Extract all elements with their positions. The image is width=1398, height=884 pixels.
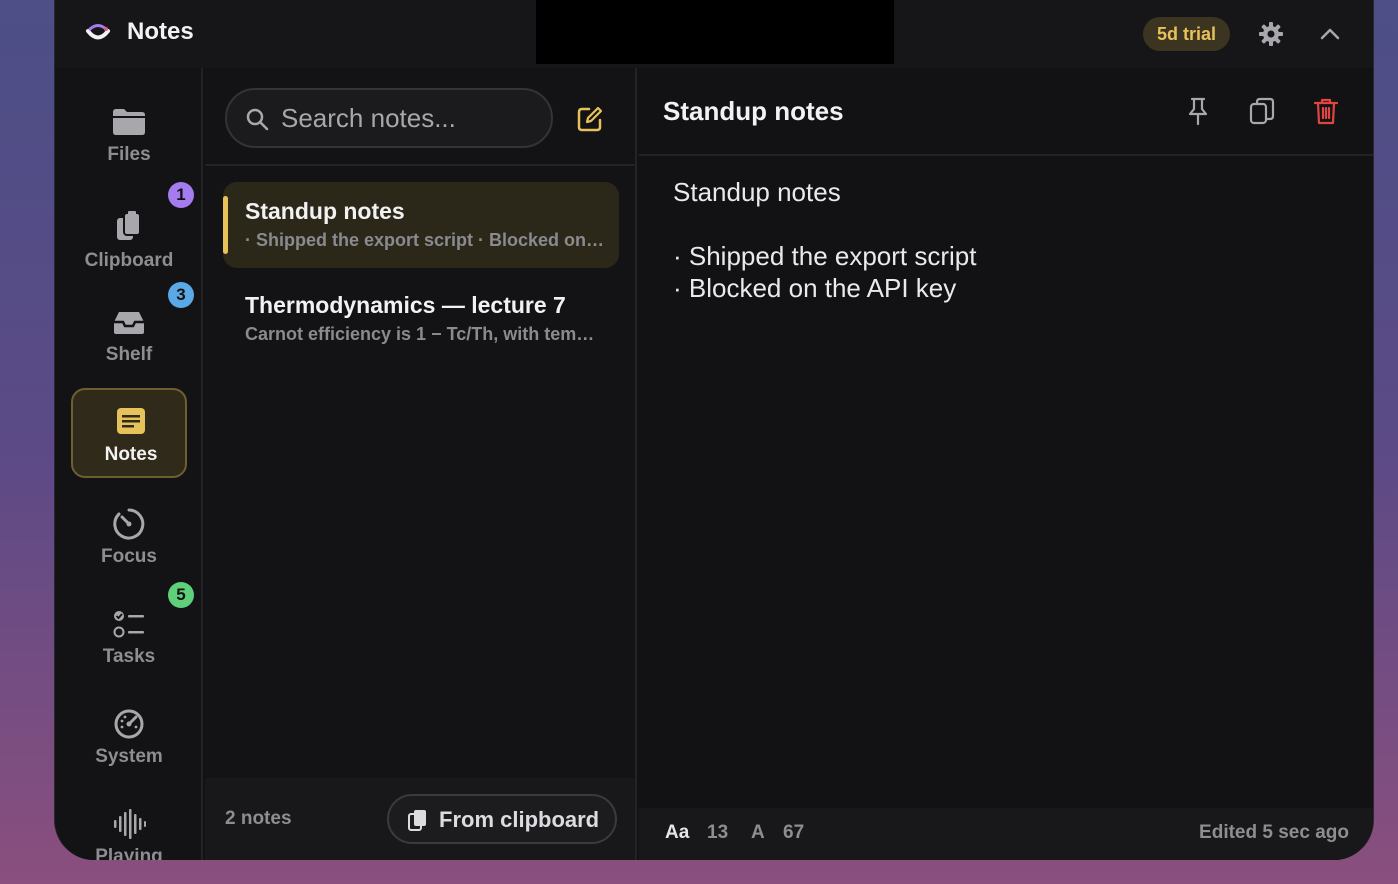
sidebar-item-files[interactable]: Files bbox=[71, 90, 187, 180]
search-icon bbox=[246, 108, 269, 131]
search-input[interactable] bbox=[281, 100, 541, 136]
editor-line: · Blocked on the API key bbox=[673, 273, 957, 303]
edited-status: Edited 5 sec ago bbox=[1199, 822, 1349, 843]
sidebar-item-label: Focus bbox=[101, 546, 157, 567]
sidebar-item-focus[interactable]: Focus bbox=[71, 492, 187, 582]
list-divider bbox=[205, 164, 635, 166]
sidebar-item-label: Notes bbox=[104, 444, 158, 465]
editor-line: Standup notes bbox=[673, 177, 841, 207]
editor-line: · Shipped the export script bbox=[673, 241, 977, 271]
note-list-item[interactable]: Thermodynamics — lecture 7 Carnot effici… bbox=[223, 276, 619, 362]
note-title: Thermodynamics — lecture 7 bbox=[245, 292, 566, 318]
tray-icon bbox=[114, 312, 144, 334]
note-title: Standup notes bbox=[245, 198, 405, 224]
copy-icon[interactable] bbox=[1247, 96, 1277, 126]
note-preview: Carnot efficiency is 1 − Tc/Th, with tem… bbox=[245, 324, 605, 344]
folder-icon bbox=[113, 109, 145, 135]
sidebar-item-tasks[interactable]: Tasks bbox=[71, 592, 187, 682]
char-count-value: 67 bbox=[783, 822, 805, 843]
shelf-count-badge: 3 bbox=[168, 282, 194, 308]
sidebar-item-notes[interactable]: Notes bbox=[71, 388, 187, 478]
chevron-up-icon[interactable] bbox=[1318, 22, 1342, 46]
waveform-icon bbox=[114, 809, 146, 839]
note-icon bbox=[117, 408, 145, 434]
sidebar-item-label: Playing bbox=[95, 846, 163, 860]
notes-list-pane: Standup notes · Shipped the export scrip… bbox=[205, 68, 637, 860]
clipboard-count-badge: 1 bbox=[168, 182, 194, 208]
title-bar: Notes 5d trial bbox=[55, 0, 1373, 68]
sidebar-item-clipboard[interactable]: Clipboard bbox=[71, 196, 187, 286]
sidebar-item-label: System bbox=[95, 746, 163, 767]
new-note-icon[interactable] bbox=[575, 104, 605, 134]
tasks-count-badge: 5 bbox=[168, 582, 194, 608]
app-window: Notes 5d trial Files Clipboard 1 Shelf 3… bbox=[54, 0, 1374, 860]
sidebar-item-label: Shelf bbox=[105, 344, 153, 365]
list-footer: 2 notes From clipboard bbox=[205, 778, 635, 860]
char-count-label: A bbox=[751, 822, 765, 843]
editor-title: Standup notes bbox=[663, 96, 844, 126]
app-logo-icon bbox=[86, 24, 110, 40]
editor-body[interactable]: Standup notes · Shipped the export scrip… bbox=[673, 176, 1333, 304]
app-title: Notes bbox=[127, 18, 194, 45]
sidebar-item-label: Tasks bbox=[102, 646, 156, 667]
trial-badge[interactable]: 5d trial bbox=[1143, 17, 1231, 51]
sidebar-item-system[interactable]: System bbox=[71, 692, 187, 782]
clipboard-icon bbox=[408, 810, 426, 831]
note-preview: · Shipped the export script · Blocked on… bbox=[245, 230, 605, 250]
gear-icon[interactable] bbox=[1258, 21, 1284, 47]
sidebar-item-label: Clipboard bbox=[84, 250, 174, 271]
font-style-button[interactable]: Aa bbox=[665, 822, 689, 844]
sidebar: Files Clipboard 1 Shelf 3 Notes Focus Ta… bbox=[55, 68, 203, 860]
checklist-icon bbox=[113, 611, 144, 638]
from-clipboard-button[interactable]: From clipboard bbox=[387, 794, 617, 844]
note-list-item[interactable]: Standup notes · Shipped the export scrip… bbox=[223, 182, 619, 268]
selection-indicator bbox=[223, 196, 228, 254]
pin-icon[interactable] bbox=[1183, 96, 1213, 126]
sidebar-item-label: Files bbox=[107, 144, 151, 165]
sidebar-item-shelf[interactable]: Shelf bbox=[71, 290, 187, 380]
trash-icon[interactable] bbox=[1311, 96, 1341, 126]
from-clipboard-label: From clipboard bbox=[439, 807, 600, 832]
sidebar-item-playing[interactable]: Playing bbox=[71, 792, 187, 860]
timer-icon bbox=[113, 508, 145, 540]
font-size-value: 13 bbox=[707, 822, 729, 843]
note-count: 2 notes bbox=[225, 808, 292, 829]
camera-notch bbox=[536, 0, 894, 64]
editor-footer: Aa 13 A 67 Edited 5 sec ago bbox=[639, 808, 1373, 860]
note-editor: Standup notes Standup notes · Shipped th… bbox=[639, 68, 1373, 860]
search-box[interactable] bbox=[225, 88, 553, 148]
editor-divider bbox=[639, 154, 1373, 156]
clipboard-icon bbox=[117, 211, 141, 240]
gauge-icon bbox=[114, 709, 144, 739]
